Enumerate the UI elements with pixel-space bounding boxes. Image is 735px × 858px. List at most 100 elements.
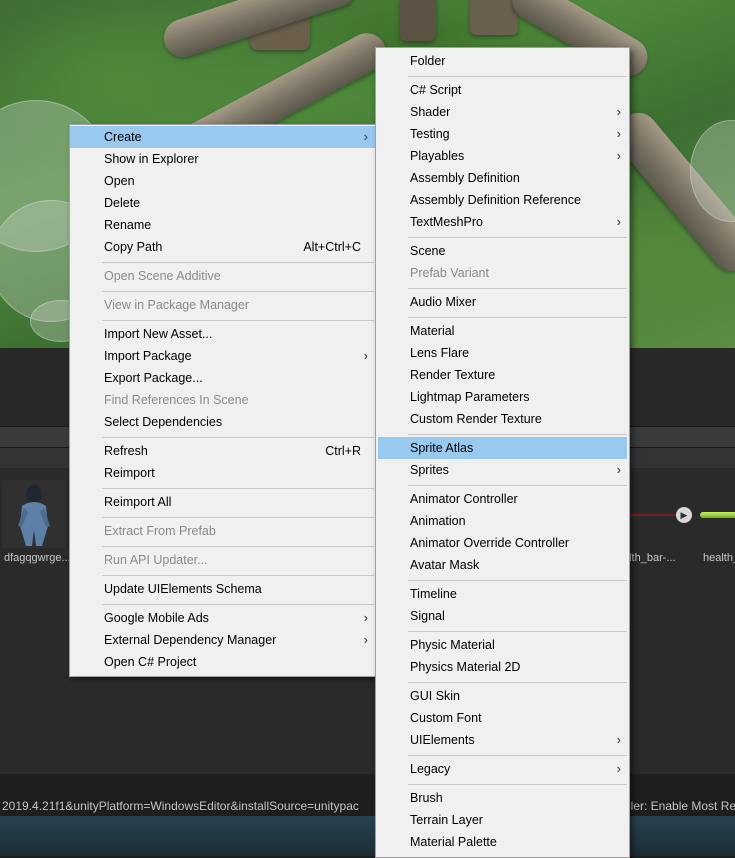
- menu-item-view-in-package-manager: View in Package Manager: [70, 294, 376, 316]
- menu-item-lens-flare[interactable]: Lens Flare: [376, 342, 629, 364]
- menu-item-import-new-asset[interactable]: Import New Asset...: [70, 323, 376, 345]
- menu-separator: [102, 262, 374, 263]
- menu-item-render-texture[interactable]: Render Texture: [376, 364, 629, 386]
- chevron-right-icon: ›: [616, 462, 621, 477]
- chevron-right-icon: ›: [363, 610, 368, 625]
- menu-item-label: Render Texture: [410, 368, 496, 382]
- menu-separator: [102, 546, 374, 547]
- menu-item-shortcut: Alt+Ctrl+C: [303, 240, 361, 254]
- menu-item-label: Import Package: [104, 349, 192, 363]
- asset-label: alth_bar-...: [623, 552, 676, 564]
- menu-item-timeline[interactable]: Timeline: [376, 583, 629, 605]
- menu-item-custom-font[interactable]: Custom Font: [376, 707, 629, 729]
- menu-separator: [408, 755, 627, 756]
- menu-item-create[interactable]: Create ›: [70, 126, 376, 148]
- menu-item-textmeshpro[interactable]: TextMeshPro ›: [376, 211, 629, 233]
- menu-item-avatar-mask[interactable]: Avatar Mask: [376, 554, 629, 576]
- menu-item-label: GUI Skin: [410, 689, 461, 703]
- menu-item-open[interactable]: Open: [70, 170, 376, 192]
- menu-item-label: Custom Font: [410, 711, 482, 725]
- menu-item-custom-render-texture[interactable]: Custom Render Texture: [376, 408, 629, 430]
- menu-item-show-in-explorer[interactable]: Show in Explorer: [70, 148, 376, 170]
- menu-item-reimport-all[interactable]: Reimport All: [70, 491, 376, 513]
- menu-item-export-package[interactable]: Export Package...: [70, 367, 376, 389]
- menu-item-animator-controller[interactable]: Animator Controller: [376, 488, 629, 510]
- menu-item-gui-skin[interactable]: GUI Skin: [376, 685, 629, 707]
- menu-item-animation[interactable]: Animation: [376, 510, 629, 532]
- menu-item-refresh[interactable]: Refresh Ctrl+R: [70, 440, 376, 462]
- menu-item-physic-material[interactable]: Physic Material: [376, 634, 629, 656]
- menu-item-extract-from-prefab: Extract From Prefab: [70, 520, 376, 542]
- menu-separator: [408, 237, 627, 238]
- menu-separator: [102, 291, 374, 292]
- menu-item-update-uielements-schema[interactable]: Update UIElements Schema: [70, 578, 376, 600]
- menu-item-label: Playables: [410, 149, 465, 163]
- menu-item-label: TextMeshPro: [410, 215, 483, 229]
- status-text: 2019.4.21f1&unityPlatform=WindowsEditor&…: [2, 799, 359, 813]
- menu-item-label: C# Script: [410, 83, 462, 97]
- menu-item-label: Prefab Variant: [410, 266, 489, 280]
- menu-item-copy-path[interactable]: Copy Path Alt+Ctrl+C: [70, 236, 376, 258]
- menu-item-audio-mixer[interactable]: Audio Mixer: [376, 291, 629, 313]
- menu-item-brush[interactable]: Brush: [376, 787, 629, 809]
- menu-item-physics-material-2d[interactable]: Physics Material 2D: [376, 656, 629, 678]
- menu-item-assembly-definition-reference[interactable]: Assembly Definition Reference: [376, 189, 629, 211]
- menu-item-label: Export Package...: [104, 371, 203, 385]
- asset-thumbnail-character[interactable]: [2, 480, 66, 548]
- menu-item-uielements[interactable]: UIElements ›: [376, 729, 629, 751]
- menu-item-reimport[interactable]: Reimport: [70, 462, 376, 484]
- menu-item-label: Terrain Layer: [410, 813, 483, 827]
- menu-item-material-palette[interactable]: Material Palette: [376, 831, 629, 853]
- menu-separator: [408, 317, 627, 318]
- menu-item-import-package[interactable]: Import Package ›: [70, 345, 376, 367]
- menu-item-label: Copy Path: [104, 240, 163, 254]
- menu-separator: [408, 485, 627, 486]
- menu-item-external-dependency-manager[interactable]: External Dependency Manager ›: [70, 629, 376, 651]
- menu-item-label: Open: [104, 174, 135, 188]
- menu-item-material[interactable]: Material: [376, 320, 629, 342]
- health-bar-red: [626, 514, 676, 516]
- menu-item-terrain-layer[interactable]: Terrain Layer: [376, 809, 629, 831]
- chevron-right-icon: ›: [616, 126, 621, 141]
- menu-item-legacy[interactable]: Legacy ›: [376, 758, 629, 780]
- menu-item-signal[interactable]: Signal: [376, 605, 629, 627]
- menu-item-label: View in Package Manager: [104, 298, 249, 312]
- menu-item-sprite-atlas[interactable]: Sprite Atlas: [378, 437, 627, 459]
- menu-item-select-dependencies[interactable]: Select Dependencies: [70, 411, 376, 433]
- menu-item-shader[interactable]: Shader ›: [376, 101, 629, 123]
- context-menu: Create › Show in Explorer Open Delete Re…: [69, 124, 377, 677]
- menu-item-open-csharp-project[interactable]: Open C# Project: [70, 651, 376, 673]
- menu-item-label: Folder: [410, 54, 446, 68]
- menu-item-playables[interactable]: Playables ›: [376, 145, 629, 167]
- menu-item-label: Animator Override Controller: [410, 536, 570, 550]
- menu-item-folder[interactable]: Folder: [376, 50, 629, 72]
- play-icon[interactable]: ▶: [676, 507, 692, 523]
- menu-item-label: Material Palette: [410, 835, 497, 849]
- menu-item-label: Shader: [410, 105, 451, 119]
- menu-item-lightmap-parameters[interactable]: Lightmap Parameters: [376, 386, 629, 408]
- character-icon: [18, 485, 50, 546]
- menu-item-rename[interactable]: Rename: [70, 214, 376, 236]
- menu-item-google-mobile-ads[interactable]: Google Mobile Ads ›: [70, 607, 376, 629]
- chevron-right-icon: ›: [363, 348, 368, 363]
- health-bar-fill: [700, 512, 735, 518]
- menu-item-sprites[interactable]: Sprites ›: [376, 459, 629, 481]
- menu-item-delete[interactable]: Delete: [70, 192, 376, 214]
- menu-item-label: Extract From Prefab: [104, 524, 216, 538]
- menu-separator: [408, 580, 627, 581]
- menu-item-label: Animation: [410, 514, 466, 528]
- menu-item-testing[interactable]: Testing ›: [376, 123, 629, 145]
- menu-item-label: Avatar Mask: [410, 558, 480, 572]
- menu-item-animator-override-controller[interactable]: Animator Override Controller: [376, 532, 629, 554]
- menu-item-label: Assembly Definition: [410, 171, 520, 185]
- menu-item-label: Audio Mixer: [410, 295, 476, 309]
- menu-item-csharp-script[interactable]: C# Script: [376, 79, 629, 101]
- menu-item-scene[interactable]: Scene: [376, 240, 629, 262]
- menu-separator: [102, 488, 374, 489]
- menu-separator: [408, 682, 627, 683]
- menu-item-assembly-definition[interactable]: Assembly Definition: [376, 167, 629, 189]
- menu-item-label: Assembly Definition Reference: [410, 193, 581, 207]
- menu-item-label: External Dependency Manager: [104, 633, 277, 647]
- menu-item-label: Physic Material: [410, 638, 495, 652]
- menu-item-find-references: Find References In Scene: [70, 389, 376, 411]
